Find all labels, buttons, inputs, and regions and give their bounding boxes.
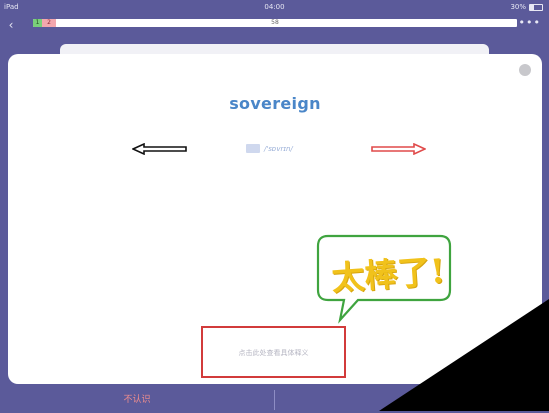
progress-total: 58	[271, 19, 279, 26]
battery-icon	[529, 3, 543, 11]
arrow-right-icon	[371, 143, 426, 155]
arrow-left-icon	[132, 143, 187, 155]
pronunciation-row[interactable]: /'sɒvrɪn/	[246, 144, 293, 153]
word-text: sovereign	[229, 94, 321, 113]
bubble-annotation-text: 太棒了!	[330, 251, 447, 298]
phonetic-text: /'sɒvrɪn/	[264, 144, 293, 153]
more-dots-icon: •••	[518, 16, 541, 29]
card-stack-back	[60, 44, 489, 54]
unknown-button[interactable]: 不认识	[0, 387, 274, 411]
hint-text: 点击此处查看具体释义	[238, 349, 309, 357]
speaker-icon[interactable]	[246, 144, 260, 153]
status-bar: iPad 04:00 30%	[0, 0, 549, 14]
back-button[interactable]: ‹	[5, 18, 17, 32]
battery-percent: 30%	[510, 3, 526, 11]
battery-status: 30%	[510, 0, 543, 14]
top-bar: ‹ 1 2 58 •••	[0, 14, 549, 36]
status-time: 04:00	[264, 3, 285, 11]
show-definition-button[interactable]: 点击此处查看具体释义	[201, 326, 346, 378]
chevron-left-icon: ‹	[8, 18, 14, 32]
corner-watermark-shape	[379, 299, 549, 411]
refresh-icon[interactable]	[519, 64, 531, 76]
more-button[interactable]: •••	[519, 16, 541, 29]
progress-bar: 1 2 58	[33, 19, 517, 27]
